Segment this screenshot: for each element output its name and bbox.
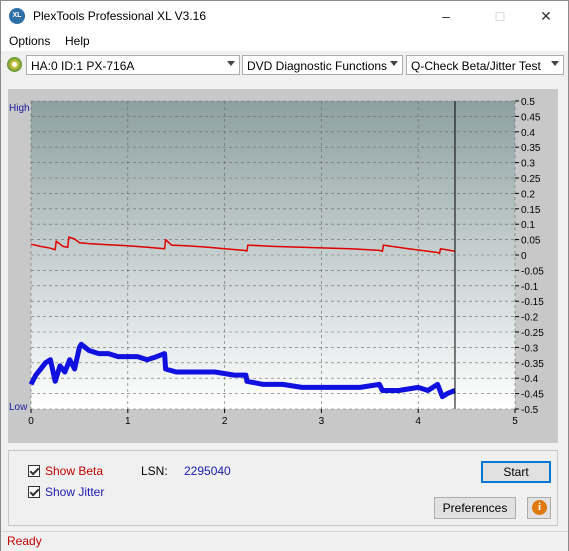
window-title: PlexTools Professional XL V3.16 — [33, 9, 206, 23]
y-tick-label: 0.3 — [521, 159, 535, 170]
info-button[interactable]: i — [527, 497, 551, 519]
toolbar: HA:0 ID:1 PX-716A DVD Diagnostic Functio… — [1, 53, 568, 79]
y-tick-label: -0.3 — [521, 343, 539, 354]
drive-select-value: HA:0 ID:1 PX-716A — [31, 59, 135, 73]
chevron-down-icon — [551, 61, 559, 66]
y-tick-label: 0.05 — [521, 236, 541, 247]
x-tick-label: 0 — [28, 416, 34, 427]
close-button[interactable]: ✕ — [523, 1, 569, 31]
y-tick-label: -0.1 — [521, 282, 539, 293]
beta-jitter-chart: High Low 0.50.450.40.350.30.250.20.150.1… — [9, 97, 544, 427]
status-text: Ready — [7, 534, 42, 548]
high-label: High — [9, 103, 30, 114]
start-button[interactable]: Start — [481, 461, 551, 483]
show-beta-checkbox[interactable] — [28, 465, 40, 477]
preferences-button[interactable]: Preferences — [434, 497, 516, 519]
menu-help[interactable]: Help — [65, 34, 90, 48]
y-tick-label: 0.4 — [521, 128, 535, 139]
y-tick-label: 0 — [521, 251, 527, 262]
status-bar: Ready — [1, 531, 568, 551]
x-tick-label: 5 — [512, 416, 518, 427]
y-tick-label: -0.4 — [521, 374, 539, 385]
y-tick-label: 0.2 — [521, 189, 535, 200]
y-axis-ticks: 0.5 0.45 0.4 0.35 0.3 0.25 0.2 0.15 0.1 0.05 0 -0.0… — [515, 97, 544, 416]
menu-options[interactable]: Options — [9, 34, 50, 48]
show-beta-label[interactable]: Show Beta — [45, 464, 103, 478]
function-select[interactable]: DVD Diagnostic Functions — [242, 55, 403, 75]
test-select[interactable]: Q-Check Beta/Jitter Test — [406, 55, 564, 75]
drive-select[interactable]: HA:0 ID:1 PX-716A — [26, 55, 240, 75]
function-select-value: DVD Diagnostic Functions — [247, 59, 388, 73]
chevron-down-icon — [390, 61, 398, 66]
maximize-button[interactable]: □ — [477, 1, 523, 31]
x-tick-label: 1 — [125, 416, 131, 427]
title-bar: XL PlexTools Professional XL V3.16 – □ ✕ — [1, 1, 568, 31]
app-logo-icon: XL — [9, 8, 25, 24]
chevron-down-icon — [227, 61, 235, 66]
disc-icon — [7, 57, 22, 72]
x-tick-label: 4 — [415, 416, 421, 427]
lsn-value: 2295040 — [184, 464, 231, 478]
y-tick-label: -0.25 — [521, 328, 544, 339]
y-tick-label: 0.5 — [521, 97, 535, 108]
y-tick-label: 0.1 — [521, 220, 535, 231]
menu-bar: Options Help — [1, 31, 568, 51]
y-tick-label: 0.35 — [521, 143, 541, 154]
y-tick-label: 0.45 — [521, 112, 541, 123]
lsn-label: LSN: — [141, 464, 168, 478]
show-jitter-label[interactable]: Show Jitter — [45, 485, 104, 499]
y-tick-label: -0.35 — [521, 359, 544, 370]
show-jitter-checkbox[interactable] — [28, 486, 40, 498]
x-axis-ticks: 0 1 2 3 4 5 — [28, 409, 518, 427]
main-window: XL PlexTools Professional XL V3.16 – □ ✕… — [0, 0, 569, 551]
y-tick-label: -0.2 — [521, 313, 539, 324]
test-select-value: Q-Check Beta/Jitter Test — [411, 59, 541, 73]
low-label: Low — [9, 402, 28, 413]
minimize-button[interactable]: – — [423, 1, 469, 31]
y-tick-label: 0.25 — [521, 174, 541, 185]
chart-panel: High Low 0.5 0.45 0.4 0.35 0.3 0.25 0.2 0.15 0.1… — [8, 89, 558, 443]
x-tick-label: 3 — [319, 416, 325, 427]
info-icon: i — [532, 500, 547, 515]
y-tick-label: -0.05 — [521, 266, 544, 277]
y-tick-label: -0.45 — [521, 390, 544, 401]
y-tick-label: -0.15 — [521, 297, 544, 308]
x-tick-label: 2 — [222, 416, 228, 427]
y-tick-label: 0.15 — [521, 205, 541, 216]
y-tick-label: -0.5 — [521, 405, 539, 416]
options-group: Show Beta Show Jitter LSN: 2295040 Start… — [8, 450, 558, 526]
